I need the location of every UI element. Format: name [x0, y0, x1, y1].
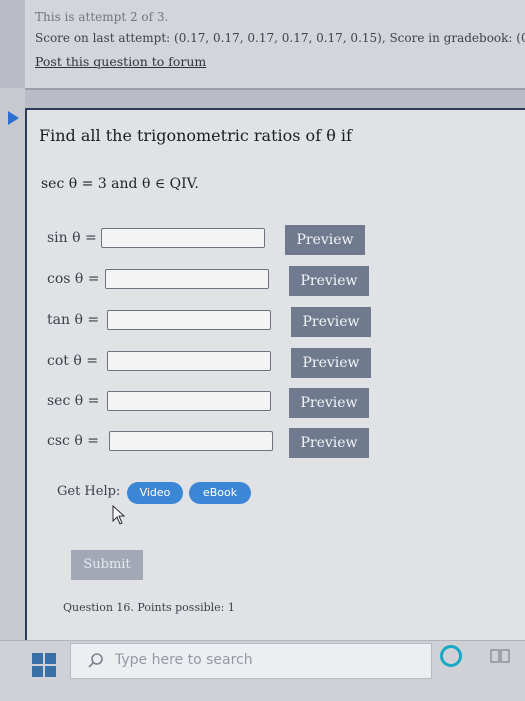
cot-input[interactable]: [107, 351, 271, 371]
sec-preview-button[interactable]: Preview: [289, 388, 369, 418]
question-title: Find all the trigonometric ratios of θ i…: [39, 126, 352, 145]
search-icon: [88, 653, 103, 668]
answer-row-cos: cos θ = Preview: [27, 266, 525, 296]
answer-row-cot: cot θ = Preview: [27, 348, 525, 378]
windows-start-icon[interactable]: [30, 651, 58, 679]
sec-label: sec θ =: [47, 393, 100, 409]
cortana-icon[interactable]: [440, 645, 462, 667]
cot-label: cot θ =: [47, 353, 98, 369]
cos-label: cos θ =: [47, 271, 100, 287]
answer-row-sec: sec θ = Preview: [27, 388, 525, 418]
sin-preview-button[interactable]: Preview: [285, 225, 365, 255]
tan-preview-button[interactable]: Preview: [291, 307, 371, 337]
taskbar: Type here to search: [0, 640, 525, 701]
answer-row-tan: tan θ = Preview: [27, 307, 525, 337]
answer-row-sin: sin θ = Preview: [27, 225, 525, 255]
csc-input[interactable]: [109, 431, 273, 451]
given-condition: sec θ = 3 and θ ∈ QIV.: [41, 176, 199, 192]
tan-input[interactable]: [107, 310, 271, 330]
sin-input[interactable]: [101, 228, 265, 248]
tan-label: tan θ =: [47, 312, 100, 328]
sec-input[interactable]: [107, 391, 271, 411]
search-placeholder: Type here to search: [115, 652, 253, 668]
question-panel: Find all the trigonometric ratios of θ i…: [25, 108, 525, 642]
current-question-arrow-icon: [8, 111, 19, 125]
score-text: Score on last attempt: (0.17, 0.17, 0.17…: [35, 31, 525, 45]
post-to-forum-link[interactable]: Post this question to forum: [35, 54, 206, 69]
csc-label: csc θ =: [47, 433, 99, 449]
mouse-cursor-icon: [112, 505, 126, 525]
cos-input[interactable]: [105, 269, 269, 289]
attempt-info-panel: This is attempt 2 of 3. Score on last at…: [25, 0, 525, 90]
cot-preview-button[interactable]: Preview: [291, 348, 371, 378]
attempt-text: This is attempt 2 of 3.: [35, 10, 169, 24]
get-help-label: Get Help:: [57, 484, 121, 499]
question-info: Question 16. Points possible: 1: [63, 601, 235, 614]
task-view-icon[interactable]: [490, 647, 510, 665]
taskbar-search-box[interactable]: Type here to search: [70, 643, 432, 679]
left-rail: [0, 88, 25, 640]
sin-label: sin θ =: [47, 230, 97, 246]
ebook-help-button[interactable]: eBook: [189, 482, 251, 504]
answer-row-csc: csc θ = Preview: [27, 428, 525, 458]
cos-preview-button[interactable]: Preview: [289, 266, 369, 296]
video-help-button[interactable]: Video: [127, 482, 183, 504]
submit-button[interactable]: Submit: [71, 550, 143, 580]
csc-preview-button[interactable]: Preview: [289, 428, 369, 458]
